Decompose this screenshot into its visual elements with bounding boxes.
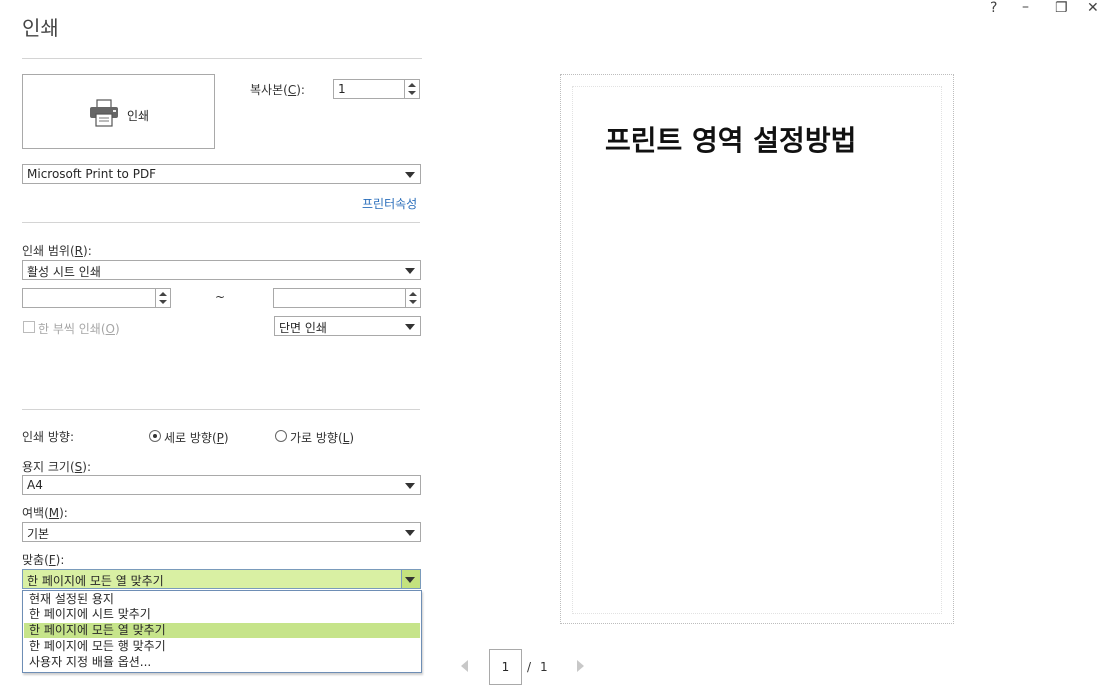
range-to-spin-arrows[interactable] <box>405 289 420 307</box>
sides-select[interactable]: 단면 인쇄 <box>274 316 421 336</box>
next-page-icon[interactable] <box>577 660 584 672</box>
fit-value: 한 페이지에 모든 열 맞추기 <box>27 574 164 588</box>
divider <box>22 409 420 410</box>
page-number-value: 1 <box>501 660 510 674</box>
fit-label: 맞춤(F): <box>22 553 65 567</box>
divider <box>22 222 420 223</box>
copies-value: 1 <box>338 82 346 96</box>
chevron-down-icon <box>405 268 415 274</box>
dialog-title: 인쇄 <box>22 16 59 40</box>
print-range-label: 인쇄 범위(R): <box>22 244 92 258</box>
divider <box>22 58 422 59</box>
chevron-down-icon <box>405 324 415 330</box>
help-icon[interactable]: ? <box>990 0 997 16</box>
range-tilde: ~ <box>215 290 226 304</box>
fit-option[interactable]: 현재 설정된 용지 <box>24 592 420 607</box>
fit-select[interactable]: 한 페이지에 모든 열 맞추기 <box>22 569 421 589</box>
printable-area <box>572 86 942 614</box>
printer-select-value: Microsoft Print to PDF <box>27 167 157 181</box>
paper-size-select[interactable]: A4 <box>22 475 421 495</box>
landscape-radio[interactable] <box>275 430 287 442</box>
orientation-label: 인쇄 방향: <box>22 430 75 444</box>
range-from-input[interactable] <box>22 288 171 308</box>
fit-option[interactable]: 한 페이지에 모든 행 맞추기 <box>24 639 420 654</box>
range-to-input[interactable] <box>273 288 421 308</box>
collate-label: 한 부씩 인쇄(O) <box>38 322 120 336</box>
margins-select[interactable]: 기본 <box>22 522 421 542</box>
fit-option[interactable]: 사용자 지정 배율 옵션... <box>24 655 420 670</box>
collate-checkbox[interactable] <box>23 321 35 333</box>
margins-value: 기본 <box>27 527 50 541</box>
fit-option-selected[interactable]: 한 페이지에 모든 열 맞추기 <box>24 623 420 638</box>
print-range-select[interactable]: 활성 시트 인쇄 <box>22 260 421 280</box>
sides-value: 단면 인쇄 <box>279 321 327 335</box>
chevron-down-icon <box>405 483 415 489</box>
chevron-down-icon <box>405 172 415 178</box>
print-button[interactable]: 인쇄 <box>22 74 215 149</box>
copies-stepper[interactable]: 1 <box>333 79 420 99</box>
page-number-input[interactable]: 1 <box>489 649 522 685</box>
paper-size-label: 용지 크기(S): <box>22 460 92 474</box>
copies-spin-arrows[interactable] <box>404 80 419 98</box>
chevron-down-icon <box>405 577 415 583</box>
printer-icon <box>90 99 118 127</box>
close-icon[interactable]: ✕ <box>1087 0 1099 16</box>
margins-label: 여백(M): <box>22 506 68 520</box>
paper-size-value: A4 <box>27 478 43 492</box>
print-range-value: 활성 시트 인쇄 <box>27 265 101 279</box>
printer-properties-link[interactable]: 프린터속성 <box>362 195 417 212</box>
page-total: 1 <box>540 660 548 674</box>
range-from-spin-arrows[interactable] <box>155 289 170 307</box>
minimize-icon[interactable]: – <box>1022 0 1029 15</box>
preview-heading: 프린트 영역 설정방법 <box>605 124 857 157</box>
fit-option[interactable]: 한 페이지에 시트 맞추기 <box>24 607 420 622</box>
fit-dropdown-list: 현재 설정된 용지 한 페이지에 시트 맞추기 한 페이지에 모든 열 맞추기 … <box>22 590 422 673</box>
portrait-label: 세로 방향(P) <box>164 431 229 445</box>
restore-icon[interactable]: ❐ <box>1055 0 1068 16</box>
copies-label: 복사본(C): <box>250 83 305 97</box>
landscape-label: 가로 방향(L) <box>290 431 355 445</box>
print-button-label: 인쇄 <box>127 109 150 123</box>
page-separator: / <box>527 660 532 674</box>
printer-select[interactable]: Microsoft Print to PDF <box>22 164 421 184</box>
portrait-radio[interactable] <box>149 430 161 442</box>
chevron-down-icon <box>405 530 415 536</box>
print-preview-page: 프린트 영역 설정방법 <box>560 74 954 624</box>
prev-page-icon[interactable] <box>461 660 468 672</box>
